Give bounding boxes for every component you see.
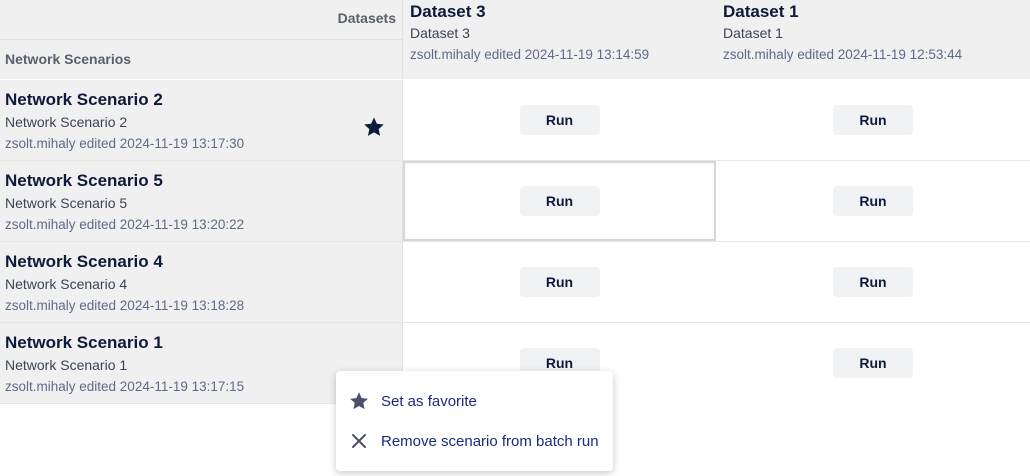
scenario-row: Network Scenario 4 Network Scenario 4 zs… <box>0 242 1030 323</box>
dataset-title: Dataset 1 <box>723 2 799 21</box>
datasets-axis-label: Datasets <box>337 10 396 26</box>
scenario-subtitle: Network Scenario 4 <box>5 276 128 292</box>
dataset-subtitle: Dataset 3 <box>410 25 470 41</box>
scenarios-axis-label: Network Scenarios <box>5 51 132 67</box>
run-cell: Run <box>716 323 1030 404</box>
run-button[interactable]: Run <box>833 105 913 135</box>
run-button[interactable]: Run <box>833 186 913 216</box>
scenario-title: Network Scenario 4 <box>5 252 163 271</box>
star-icon <box>347 389 371 413</box>
scenario-subtitle: Network Scenario 1 <box>5 357 128 373</box>
remove-from-batch-menu-item[interactable]: Remove scenario from batch run <box>336 422 613 460</box>
run-cell: Run <box>403 242 716 323</box>
run-cell: Run <box>403 80 716 161</box>
close-icon <box>347 429 371 453</box>
set-favorite-menu-item[interactable]: Set as favorite <box>336 382 613 420</box>
header-divider <box>0 39 403 40</box>
dataset-title: Dataset 3 <box>410 2 486 21</box>
scenario-edited: zsolt.mihaly edited 2024-11-19 13:17:30 <box>5 136 245 151</box>
scenario-row: Network Scenario 5 Network Scenario 5 zs… <box>0 161 1030 242</box>
favorite-star-icon[interactable] <box>362 115 386 139</box>
menu-item-label: Set as favorite <box>381 392 477 410</box>
scenario-title: Network Scenario 1 <box>5 333 163 352</box>
run-button[interactable]: Run <box>833 348 913 378</box>
scenario-edited: zsolt.mihaly edited 2024-11-19 13:20:22 <box>5 217 245 232</box>
dataset-edited: zsolt.mihaly edited 2024-11-19 12:53:44 <box>723 47 963 62</box>
menu-item-label: Remove scenario from batch run <box>381 432 599 450</box>
scenario-subtitle: Network Scenario 2 <box>5 114 128 130</box>
run-cell: Run <box>716 161 1030 242</box>
scenario-title: Network Scenario 5 <box>5 171 163 190</box>
run-button[interactable]: Run <box>833 267 913 297</box>
run-button[interactable]: Run <box>519 186 600 216</box>
scenario-row-header[interactable]: Network Scenario 4 Network Scenario 4 zs… <box>0 242 403 323</box>
run-button[interactable]: Run <box>519 105 600 135</box>
scenario-subtitle: Network Scenario 5 <box>5 195 128 211</box>
scenario-title: Network Scenario 2 <box>5 90 163 109</box>
scenario-edited: zsolt.mihaly edited 2024-11-19 13:17:15 <box>5 379 245 394</box>
scenario-row: Network Scenario 2 Network Scenario 2 zs… <box>0 80 1030 161</box>
dataset-column-header[interactable]: Dataset 3 Dataset 3 zsolt.mihaly edited … <box>403 0 716 79</box>
scenario-edited: zsolt.mihaly edited 2024-11-19 13:18:28 <box>5 298 245 313</box>
dataset-column-header[interactable]: Dataset 1 Dataset 1 zsolt.mihaly edited … <box>716 0 1030 79</box>
run-cell: Run <box>716 242 1030 323</box>
dataset-subtitle: Dataset 1 <box>723 25 783 41</box>
dataset-edited: zsolt.mihaly edited 2024-11-19 13:14:59 <box>410 47 650 62</box>
run-cell-focused: Run <box>403 161 716 242</box>
scenario-context-menu: Set as favorite Remove scenario from bat… <box>336 371 613 471</box>
run-cell: Run <box>716 80 1030 161</box>
scenario-row-header[interactable]: Network Scenario 2 Network Scenario 2 zs… <box>0 80 403 161</box>
run-button[interactable]: Run <box>519 267 600 297</box>
scenario-row-header[interactable]: Network Scenario 5 Network Scenario 5 zs… <box>0 161 403 242</box>
header-corner: Datasets Network Scenarios <box>0 0 403 79</box>
